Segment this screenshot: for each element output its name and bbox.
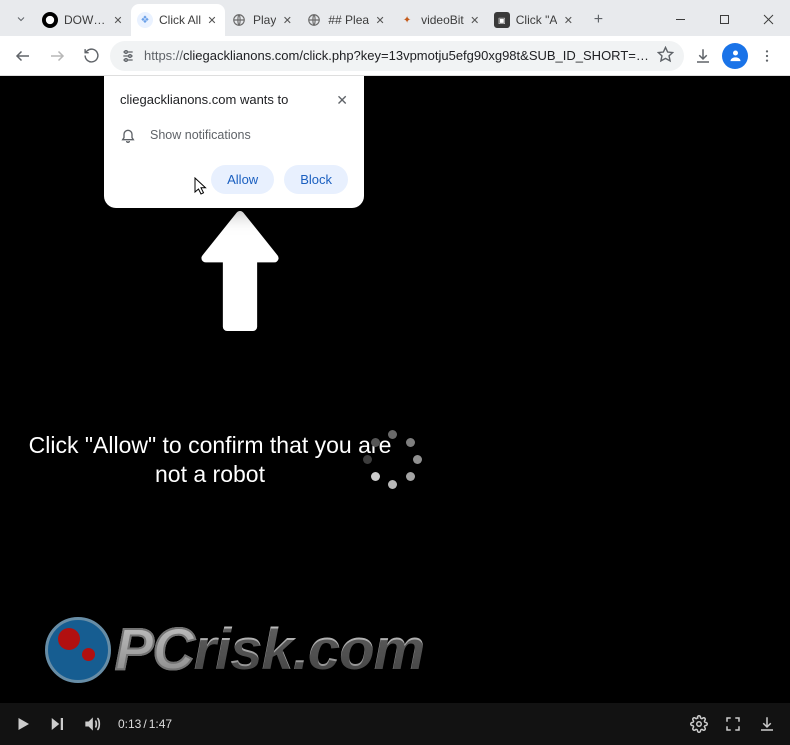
tab-2[interactable]: Play ✕ bbox=[225, 4, 300, 36]
maximize-button[interactable] bbox=[702, 2, 746, 36]
close-window-button[interactable] bbox=[746, 2, 790, 36]
tab-0[interactable]: DOWNL ✕ bbox=[36, 4, 131, 36]
favicon-icon: ✦ bbox=[399, 12, 415, 28]
notification-permission-dialog: cliegacklianons.com wants to ✕ Show noti… bbox=[104, 76, 364, 208]
settings-gear-icon[interactable] bbox=[690, 715, 708, 733]
video-controls: 0:13 / 1:47 bbox=[0, 703, 790, 745]
watermark-logo-icon bbox=[45, 617, 111, 683]
tab-label: videoBit bbox=[421, 13, 464, 27]
menu-button[interactable] bbox=[752, 41, 782, 71]
globe-icon bbox=[306, 12, 322, 28]
download-button[interactable] bbox=[758, 715, 776, 733]
block-button[interactable]: Block bbox=[284, 165, 348, 194]
back-button[interactable] bbox=[8, 41, 38, 71]
url-text: https://cliegacklianons.com/click.php?ke… bbox=[144, 48, 649, 63]
tab-close-icon[interactable]: ✕ bbox=[111, 13, 125, 27]
favicon-icon bbox=[42, 12, 58, 28]
forward-button[interactable] bbox=[42, 41, 72, 71]
tab-label: Play bbox=[253, 13, 276, 27]
search-tabs-button[interactable] bbox=[6, 2, 36, 36]
video-time: 0:13 / 1:47 bbox=[118, 717, 172, 731]
tab-close-icon[interactable]: ✕ bbox=[205, 13, 219, 27]
tab-4[interactable]: ✦ videoBit ✕ bbox=[393, 4, 488, 36]
tab-label: Click All bbox=[159, 13, 201, 27]
next-button[interactable] bbox=[48, 715, 66, 733]
globe-icon bbox=[231, 12, 247, 28]
tab-5[interactable]: ▣ Click "A ✕ bbox=[488, 4, 582, 36]
profile-button[interactable] bbox=[722, 43, 748, 69]
watermark-text: PCrisk.com bbox=[115, 616, 424, 683]
tab-strip: DOWNL ✕ ❖ Click All ✕ Play ✕ ## Plea ✕ ✦… bbox=[0, 0, 790, 36]
tab-3[interactable]: ## Plea ✕ bbox=[300, 4, 393, 36]
tab-label: Click "A bbox=[516, 13, 558, 27]
page-content: cliegacklianons.com wants to ✕ Show noti… bbox=[0, 76, 790, 745]
allow-button[interactable]: Allow bbox=[211, 165, 274, 194]
tab-label: ## Plea bbox=[328, 13, 369, 27]
arrow-up-icon bbox=[195, 211, 285, 336]
tab-close-icon[interactable]: ✕ bbox=[373, 13, 387, 27]
tab-1[interactable]: ❖ Click All ✕ bbox=[131, 4, 225, 36]
bell-icon bbox=[120, 127, 136, 143]
minimize-button[interactable] bbox=[658, 2, 702, 36]
toolbar: https://cliegacklianons.com/click.php?ke… bbox=[0, 36, 790, 76]
notification-description: Show notifications bbox=[150, 128, 251, 142]
address-bar[interactable]: https://cliegacklianons.com/click.php?ke… bbox=[110, 41, 684, 71]
notification-close-icon[interactable]: ✕ bbox=[336, 92, 348, 109]
downloads-button[interactable] bbox=[688, 41, 718, 71]
captcha-message: Click "Allow" to confirm that you are no… bbox=[25, 431, 395, 489]
mouse-cursor-icon bbox=[194, 177, 210, 202]
tab-close-icon[interactable]: ✕ bbox=[280, 13, 294, 27]
window-controls bbox=[658, 2, 790, 36]
loading-spinner-icon bbox=[363, 430, 423, 490]
play-button[interactable] bbox=[14, 715, 32, 733]
watermark: PCrisk.com bbox=[45, 616, 424, 683]
tab-close-icon[interactable]: ✕ bbox=[561, 13, 575, 27]
notification-title: cliegacklianons.com wants to bbox=[120, 92, 336, 107]
volume-button[interactable] bbox=[82, 714, 102, 734]
favicon-icon: ▣ bbox=[494, 12, 510, 28]
tab-close-icon[interactable]: ✕ bbox=[468, 13, 482, 27]
new-tab-button[interactable]: + bbox=[585, 7, 611, 33]
site-settings-icon[interactable] bbox=[120, 48, 136, 64]
reload-button[interactable] bbox=[76, 41, 106, 71]
tab-label: DOWNL bbox=[64, 13, 107, 27]
fullscreen-button[interactable] bbox=[724, 715, 742, 733]
bookmark-star-icon[interactable] bbox=[657, 46, 674, 66]
favicon-icon: ❖ bbox=[137, 12, 153, 28]
